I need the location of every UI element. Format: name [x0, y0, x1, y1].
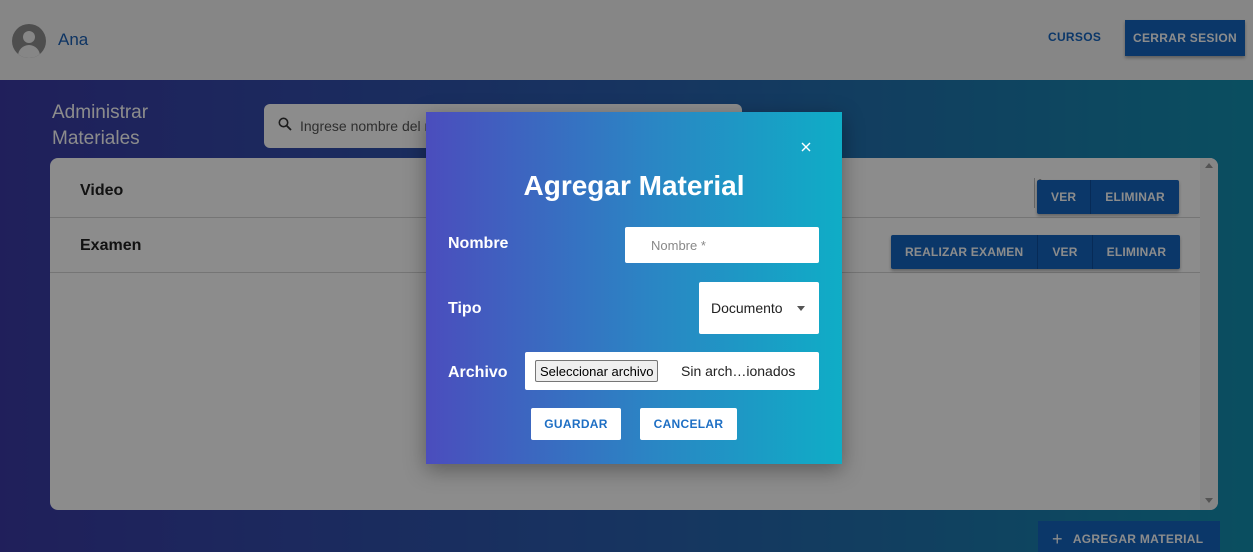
file-label: Archivo [448, 364, 508, 381]
type-label: Tipo [448, 300, 482, 317]
type-select[interactable]: Documento [699, 282, 819, 334]
chevron-down-icon [797, 306, 805, 311]
cancel-button[interactable]: CANCELAR [640, 408, 737, 440]
file-input: Seleccionar archivo Sin arch…ionados [525, 352, 819, 390]
type-select-value: Documento [711, 300, 783, 316]
choose-file-button[interactable]: Seleccionar archivo [535, 360, 659, 382]
name-label: Nombre [448, 235, 509, 252]
close-icon[interactable] [799, 140, 813, 154]
file-status-text: Sin arch…ionados [681, 363, 796, 379]
save-button[interactable]: GUARDAR [531, 408, 621, 440]
add-material-dialog: Agregar Material Nombre Tipo Documento A… [426, 112, 842, 464]
name-field[interactable] [625, 227, 819, 263]
dialog-title: Agregar Material [523, 170, 745, 201]
